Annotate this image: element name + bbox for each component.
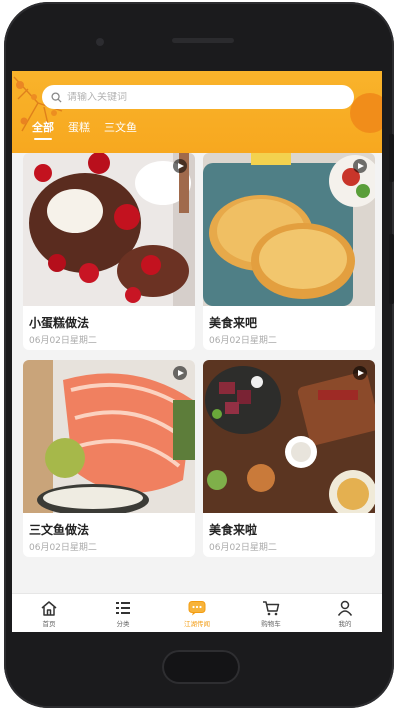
recipe-card[interactable]: 美食来啦 06月02日星期二 xyxy=(203,360,375,557)
sun-decoration xyxy=(350,93,382,133)
tabbar-label: 江湖传闻 xyxy=(184,619,210,628)
bottom-tab-bar: 首页 分类 江湖传闻 购物车 我的 xyxy=(12,593,382,632)
home-icon xyxy=(41,600,57,616)
user-icon xyxy=(337,600,353,616)
card-title: 三文鱼做法 xyxy=(29,523,90,537)
list-icon xyxy=(116,601,130,614)
search-input[interactable] xyxy=(67,91,327,103)
tabbar-label: 购物车 xyxy=(261,619,281,628)
front-camera xyxy=(96,38,104,46)
card-title: 美食来吧 xyxy=(209,316,258,330)
home-button[interactable] xyxy=(162,650,240,684)
tabbar-label: 我的 xyxy=(338,619,352,628)
play-icon xyxy=(353,159,367,173)
play-icon xyxy=(173,366,187,380)
tabbar-item-home[interactable]: 首页 xyxy=(12,594,86,632)
search-icon xyxy=(51,91,62,103)
recipe-card[interactable]: 美食来吧 06月02日星期二 xyxy=(203,153,375,350)
tabbar-item-rumors[interactable]: 江湖传闻 xyxy=(160,594,234,632)
card-date: 06月02日星期二 xyxy=(209,336,277,346)
header: 全部 蛋糕 三文鱼 xyxy=(12,71,382,153)
recipe-card[interactable]: 三文鱼做法 06月02日星期二 xyxy=(23,360,195,557)
flatbread-image xyxy=(203,153,375,306)
steak-board-image xyxy=(203,360,375,513)
chocolate-cake-image xyxy=(23,153,195,306)
card-date: 06月02日星期二 xyxy=(29,336,97,346)
earpiece xyxy=(172,38,234,43)
salmon-sashimi-image xyxy=(23,360,195,513)
cart-icon xyxy=(263,600,280,615)
power-button xyxy=(389,134,394,182)
play-icon xyxy=(353,366,367,380)
tabbar-item-cart[interactable]: 购物车 xyxy=(234,594,308,632)
app-screen: 全部 蛋糕 三文鱼 小蛋糕 xyxy=(12,71,382,632)
tab-all[interactable]: 全部 xyxy=(32,119,54,140)
tab-salmon[interactable]: 三文鱼 xyxy=(104,119,137,139)
tab-cake[interactable]: 蛋糕 xyxy=(68,119,90,139)
tabbar-item-mine[interactable]: 我的 xyxy=(308,594,382,632)
category-tabs: 全部 蛋糕 三文鱼 xyxy=(32,119,137,140)
card-date: 06月02日星期二 xyxy=(29,543,97,553)
tabbar-label: 首页 xyxy=(42,619,56,628)
volume-button xyxy=(389,234,394,304)
tabbar-label: 分类 xyxy=(116,619,130,628)
card-title: 美食来啦 xyxy=(209,523,258,537)
card-date: 06月02日星期二 xyxy=(209,543,277,553)
tabbar-item-category[interactable]: 分类 xyxy=(86,594,160,632)
search-bar[interactable] xyxy=(42,85,354,109)
recipe-card[interactable]: 小蛋糕做法 06月02日星期二 xyxy=(23,153,195,350)
play-icon xyxy=(173,159,187,173)
chat-icon xyxy=(188,600,206,615)
card-title: 小蛋糕做法 xyxy=(29,316,90,330)
